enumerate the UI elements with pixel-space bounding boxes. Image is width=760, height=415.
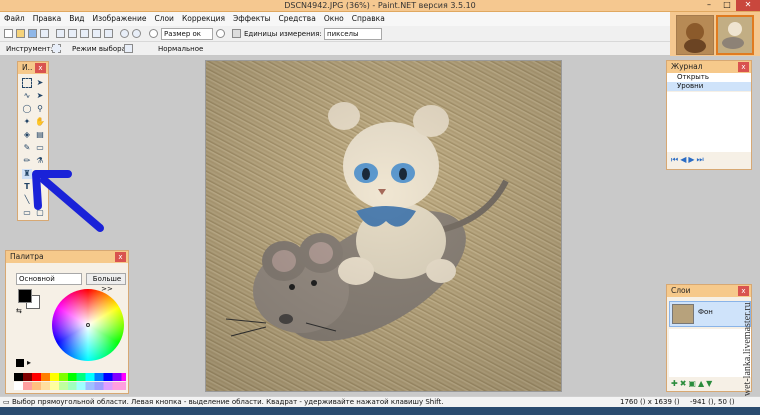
active-image-thumbnail[interactable] [716,15,754,55]
selection-mode-icon[interactable] [124,44,133,53]
instrument-label: Инструмент: [6,45,53,53]
eraser-icon[interactable]: ▭ [35,143,45,153]
color-wheel[interactable] [52,289,124,361]
tools-panel-header: И.. x [18,62,48,74]
tools-panel-title: И.. [22,63,33,72]
layers-panel: Слои x Фон ✚✖▣▲▼ [666,284,752,392]
history-close-button[interactable]: x [738,62,749,72]
menu-help[interactable]: Справка [348,12,389,26]
layers-header: Слои x [667,285,751,297]
pencil-icon[interactable]: ✏ [22,156,32,166]
deselect-icon[interactable] [104,29,113,38]
move-selection-icon[interactable]: ➤ [35,78,45,88]
palette-more-button[interactable]: Больше >> [86,273,126,293]
zoom-tool-icon[interactable]: ⚲ [35,104,45,114]
move-pixels-icon[interactable]: ➤ [35,91,45,101]
crop-icon[interactable] [92,29,101,38]
close-button[interactable]: ✕ [736,0,760,11]
maximize-button[interactable]: □ [718,0,736,11]
palette-title: Палитра [10,252,44,261]
open-icon[interactable] [16,29,25,38]
zoom-combo[interactable]: Размер ок [161,28,213,40]
reset-colors-icon[interactable] [16,359,24,367]
gradient-icon[interactable]: ▤ [35,130,45,140]
photo-toy-cat-on-mouse [206,61,561,391]
palette-swatches-row-2[interactable] [14,382,126,390]
current-tool-icon[interactable] [52,44,61,53]
main-toolbar: Размер ок Единицы измерения: пикселы [0,26,670,42]
paint-bucket-icon[interactable]: ◈ [22,130,32,140]
menu-edit[interactable]: Правка [29,12,66,26]
history-item-selected[interactable]: Уровни [667,82,751,91]
units-combo[interactable]: пикселы [324,28,382,40]
new-icon[interactable] [4,29,13,38]
selection-mode-value[interactable]: Нормальное [158,43,203,55]
palette-header: Палитра x [6,251,128,263]
history-list-area [667,92,751,152]
tools-panel-close-button[interactable]: x [35,63,46,73]
layer-name: Фон [698,308,713,316]
thumbnail-picture [684,23,706,53]
redo-icon[interactable] [132,29,141,38]
history-item[interactable]: Открыть изображение [667,73,751,90]
menu-view[interactable]: Вид [65,12,88,26]
layers-list-area [669,329,751,377]
copy-icon[interactable] [68,29,77,38]
watermark-text: swet-lanka.livemaster.ru [742,302,753,400]
annotation-arrow [32,170,104,232]
minimize-button[interactable]: – [700,0,718,11]
menu-window[interactable]: Окно [320,12,348,26]
paste-icon[interactable] [80,29,89,38]
palette-panel: Палитра x Основной Больше >> ⇆ ▸ [5,250,129,394]
units-label: Единицы измерения: [244,30,322,38]
image-thumbnails [670,12,760,60]
layer-action-icons[interactable]: ✚✖▣▲▼ [671,379,714,388]
tool-options-bar: Инструмент: Режим выбора: Нормальное [0,42,670,56]
menu-layers[interactable]: Слои [150,12,178,26]
color-picker-icon[interactable]: ⚗ [35,156,45,166]
zoom-in-icon[interactable] [216,29,225,38]
windows-taskbar [0,407,760,415]
menu-file[interactable]: Файл [0,12,29,26]
rectangle-select-icon[interactable] [22,78,32,88]
image-canvas[interactable] [205,60,562,392]
history-nav-icons[interactable]: ⏮◀▶⏭ [671,155,706,165]
palette-close-button[interactable]: x [115,252,126,262]
cut-icon[interactable] [56,29,65,38]
pan-tool-icon[interactable]: ✋ [35,117,45,127]
thumbnail-picture [718,17,752,53]
lasso-select-icon[interactable]: ∿ [22,91,32,101]
menu-bar: Файл Правка Вид Изображение Слои Коррекция Эфф… [0,12,670,26]
layer-thumbnail [672,304,694,324]
print-icon[interactable] [40,29,49,38]
swap-colors-icon[interactable]: ⇆ [16,307,22,315]
selection-mode-label: Режим выбора: [72,45,129,53]
history-panel: Журнал x Открыть изображение Уровни ⏮◀▶⏭ [666,60,752,170]
layers-title: Слои [671,286,691,295]
menu-image[interactable]: Изображение [89,12,151,26]
title-bar: DSCN4942.JPG (36%) - Paint.NET версия 3.… [0,0,760,12]
layer-row[interactable]: Фон [669,301,751,327]
undo-icon[interactable] [120,29,129,38]
menu-adjustments[interactable]: Коррекция [178,12,229,26]
grid-icon[interactable] [232,29,241,38]
save-icon[interactable] [28,29,37,38]
history-header: Журнал x [667,61,751,73]
status-bar: ▭ Выбор прямоугольной области. Левая кно… [0,396,760,407]
zoom-out-icon[interactable] [149,29,158,38]
ellipse-select-icon[interactable]: ◯ [22,104,32,114]
magic-wand-icon[interactable]: ✦ [22,117,32,127]
menu-effects[interactable]: Эффекты [229,12,275,26]
primary-color-swatch[interactable] [18,289,32,303]
window-title: DSCN4942.JPG (36%) - Paint.NET версия 3.… [284,1,476,10]
image-thumbnail[interactable] [676,15,714,55]
palette-mode-select[interactable]: Основной [16,273,82,285]
paintbrush-icon[interactable]: ✎ [22,143,32,153]
palette-swatches-row-1[interactable] [14,373,126,381]
menu-tools[interactable]: Средства [275,12,320,26]
history-title: Журнал [671,62,703,71]
palette-tools-icon[interactable]: ▸ [27,358,31,367]
